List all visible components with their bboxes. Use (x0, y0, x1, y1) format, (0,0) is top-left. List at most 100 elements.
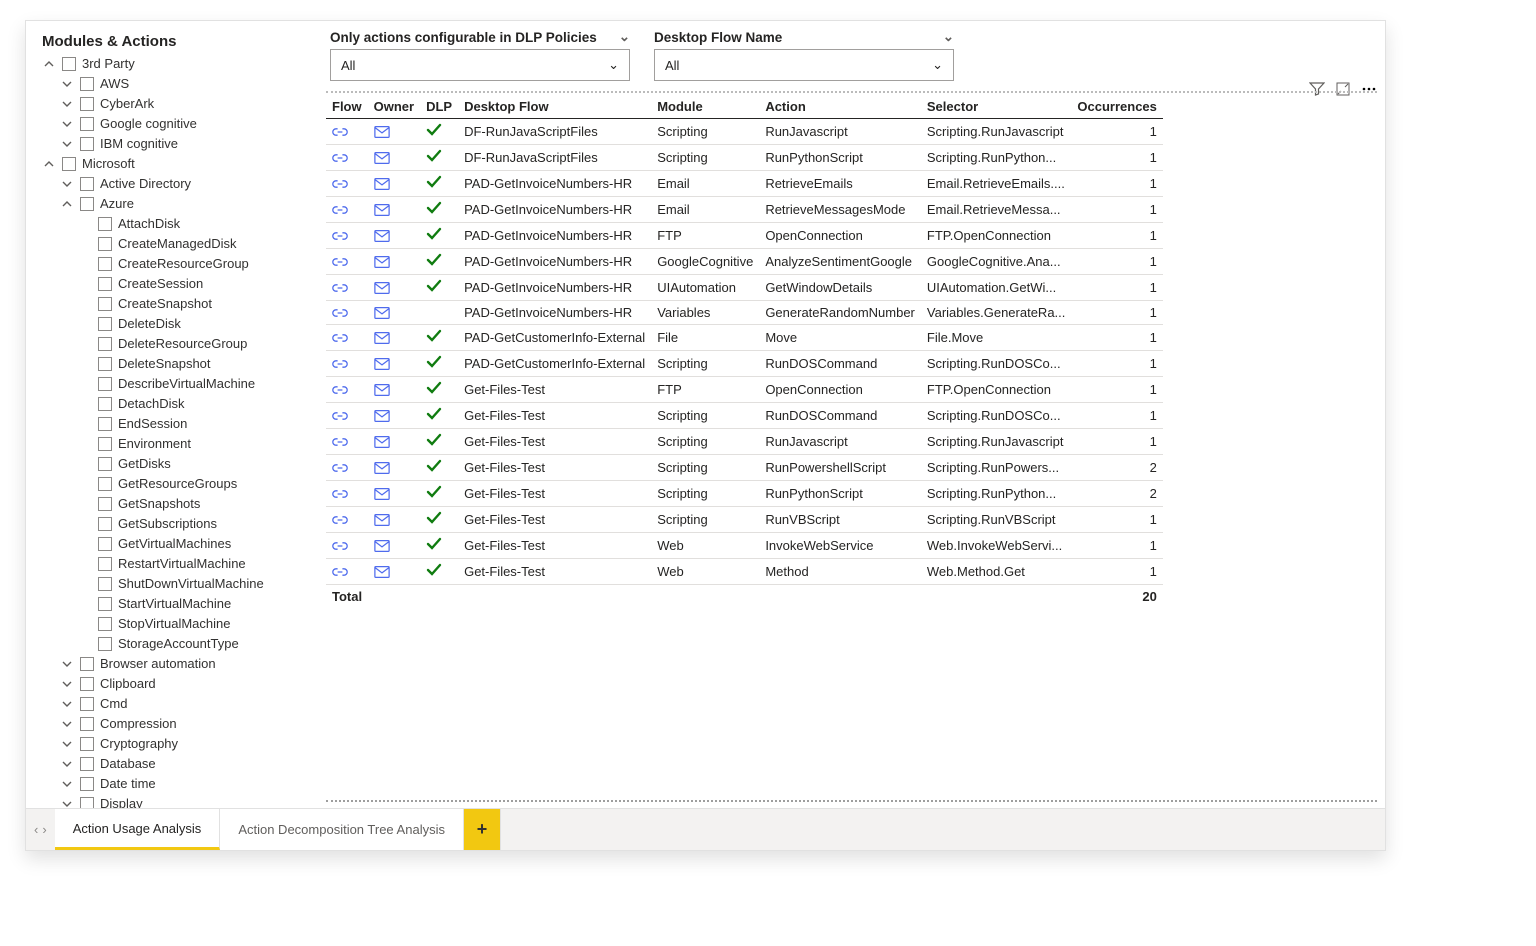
chevron-down-icon[interactable] (60, 737, 74, 751)
checkbox[interactable] (98, 597, 112, 611)
cell-owner-mail[interactable] (368, 145, 420, 171)
tree-item[interactable]: DetachDisk (38, 394, 313, 414)
table-row[interactable]: PAD-GetCustomerInfo-External File Move F… (326, 325, 1163, 351)
link-icon[interactable] (332, 539, 362, 553)
checkbox[interactable] (80, 657, 94, 671)
mail-icon[interactable] (374, 565, 414, 579)
tree-item[interactable]: AttachDisk (38, 214, 313, 234)
checkbox[interactable] (80, 757, 94, 771)
cell-owner-mail[interactable] (368, 223, 420, 249)
mail-icon[interactable] (374, 331, 414, 345)
cell-owner-mail[interactable] (368, 171, 420, 197)
tree-item[interactable]: Google cognitive (38, 114, 313, 134)
cell-flow-link[interactable] (326, 197, 368, 223)
cell-flow-link[interactable] (326, 507, 368, 533)
link-icon[interactable] (332, 461, 362, 475)
cell-owner-mail[interactable] (368, 403, 420, 429)
th-owner[interactable]: Owner (368, 95, 420, 119)
checkbox[interactable] (98, 417, 112, 431)
th-module[interactable]: Module (651, 95, 759, 119)
table-row[interactable]: PAD-GetInvoiceNumbers-HR FTP OpenConnect… (326, 223, 1163, 249)
mail-icon[interactable] (374, 151, 414, 165)
tree-item[interactable]: GetDisks (38, 454, 313, 474)
cell-owner-mail[interactable] (368, 559, 420, 585)
tree-item[interactable]: Azure (38, 194, 313, 214)
tree-item[interactable]: GetSnapshots (38, 494, 313, 514)
checkbox[interactable] (80, 77, 94, 91)
mail-icon[interactable] (374, 177, 414, 191)
cell-flow-link[interactable] (326, 403, 368, 429)
tree-item[interactable]: DeleteDisk (38, 314, 313, 334)
chevron-down-icon[interactable] (60, 137, 74, 151)
table-row[interactable]: Get-Files-Test Web Method Web.Method.Get… (326, 559, 1163, 585)
cell-owner-mail[interactable] (368, 249, 420, 275)
cell-owner-mail[interactable] (368, 377, 420, 403)
th-desktop[interactable]: Desktop Flow (458, 95, 651, 119)
checkbox[interactable] (80, 797, 94, 808)
tree-item[interactable]: Microsoft (38, 154, 313, 174)
cell-flow-link[interactable] (326, 351, 368, 377)
mail-icon[interactable] (374, 203, 414, 217)
tree-item[interactable]: IBM cognitive (38, 134, 313, 154)
link-icon[interactable] (332, 383, 362, 397)
link-icon[interactable] (332, 151, 362, 165)
tree-item[interactable]: RestartVirtualMachine (38, 554, 313, 574)
tree-item[interactable]: CyberArk (38, 94, 313, 114)
tree-item[interactable]: DeleteSnapshot (38, 354, 313, 374)
checkbox[interactable] (80, 97, 94, 111)
cell-flow-link[interactable] (326, 455, 368, 481)
tree-item[interactable]: Active Directory (38, 174, 313, 194)
th-flow[interactable]: Flow (326, 95, 368, 119)
tree-item[interactable]: Cmd (38, 694, 313, 714)
flow-slicer-dropdown[interactable]: All ⌄ (654, 49, 954, 81)
tree-item[interactable]: StartVirtualMachine (38, 594, 313, 614)
chevron-down-icon[interactable] (60, 77, 74, 91)
checkbox[interactable] (80, 197, 94, 211)
cell-flow-link[interactable] (326, 145, 368, 171)
actions-table[interactable]: Flow Owner DLP Desktop Flow Module Actio… (326, 95, 1163, 608)
cell-owner-mail[interactable] (368, 351, 420, 377)
mail-icon[interactable] (374, 461, 414, 475)
tree-item[interactable]: Clipboard (38, 674, 313, 694)
table-row[interactable]: Get-Files-Test Scripting RunPythonScript… (326, 481, 1163, 507)
tab-action-decomposition[interactable]: Action Decomposition Tree Analysis (220, 809, 464, 850)
table-row[interactable]: Get-Files-Test Web InvokeWebService Web.… (326, 533, 1163, 559)
cell-flow-link[interactable] (326, 275, 368, 301)
cell-owner-mail[interactable] (368, 507, 420, 533)
tab-action-usage[interactable]: Action Usage Analysis (55, 809, 221, 850)
checkbox[interactable] (98, 357, 112, 371)
chevron-right-icon[interactable]: › (42, 822, 46, 837)
th-action[interactable]: Action (759, 95, 921, 119)
cell-flow-link[interactable] (326, 249, 368, 275)
checkbox[interactable] (98, 377, 112, 391)
checkbox[interactable] (80, 717, 94, 731)
mail-icon[interactable] (374, 281, 414, 295)
checkbox[interactable] (80, 697, 94, 711)
link-icon[interactable] (332, 565, 362, 579)
mail-icon[interactable] (374, 409, 414, 423)
cell-flow-link[interactable] (326, 325, 368, 351)
cell-flow-link[interactable] (326, 429, 368, 455)
checkbox[interactable] (80, 737, 94, 751)
table-row[interactable]: PAD-GetInvoiceNumbers-HR Email RetrieveE… (326, 171, 1163, 197)
checkbox[interactable] (98, 577, 112, 591)
chevron-down-icon[interactable] (60, 657, 74, 671)
link-icon[interactable] (332, 357, 362, 371)
checkbox[interactable] (80, 117, 94, 131)
tree-item[interactable]: CreateManagedDisk (38, 234, 313, 254)
link-icon[interactable] (332, 177, 362, 191)
mail-icon[interactable] (374, 306, 414, 320)
tree-item[interactable]: EndSession (38, 414, 313, 434)
checkbox[interactable] (98, 617, 112, 631)
link-icon[interactable] (332, 229, 362, 243)
chevron-down-icon[interactable] (60, 677, 74, 691)
cell-flow-link[interactable] (326, 301, 368, 325)
checkbox[interactable] (80, 777, 94, 791)
checkbox[interactable] (98, 497, 112, 511)
link-icon[interactable] (332, 513, 362, 527)
table-row[interactable]: Get-Files-Test Scripting RunPowershellSc… (326, 455, 1163, 481)
cell-owner-mail[interactable] (368, 301, 420, 325)
add-page-button[interactable]: + (464, 809, 501, 850)
table-row[interactable]: PAD-GetCustomerInfo-External Scripting R… (326, 351, 1163, 377)
checkbox[interactable] (62, 157, 76, 171)
